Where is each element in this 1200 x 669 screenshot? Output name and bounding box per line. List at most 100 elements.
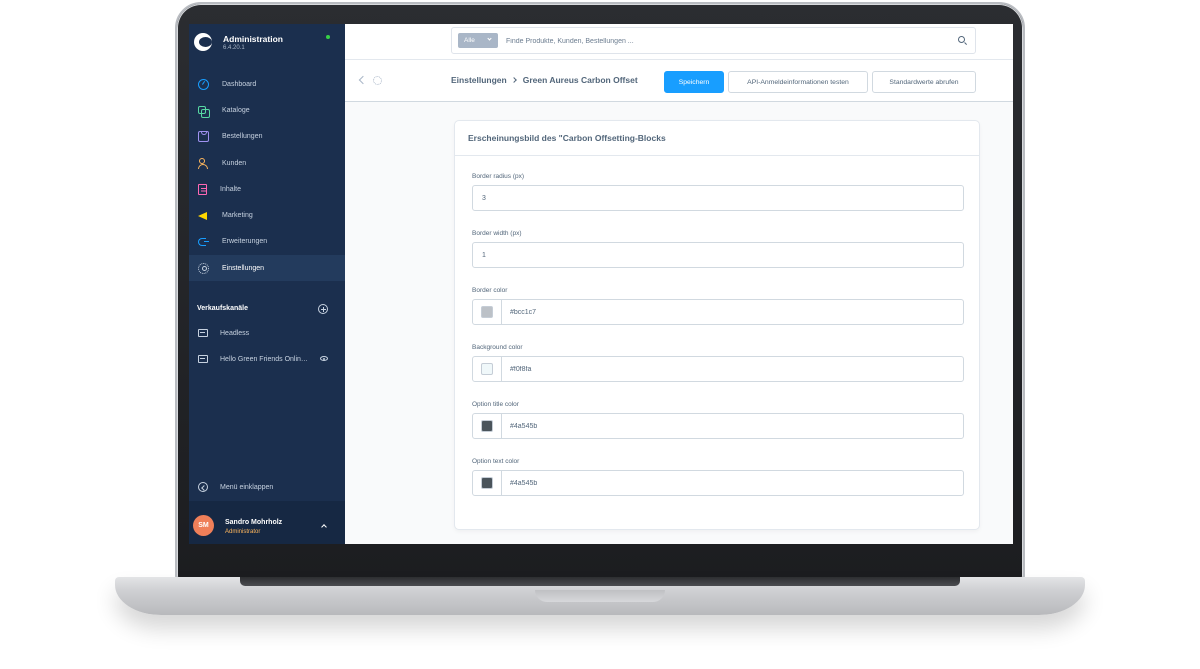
sidebar-item-kataloge[interactable]: Kataloge [189, 97, 345, 123]
chevron-down-icon [487, 36, 492, 41]
color-swatch-button[interactable] [473, 471, 502, 495]
search-type-label: Alle [464, 37, 475, 44]
border-color-box [472, 299, 964, 325]
chevron-right-icon [510, 77, 517, 83]
option-title-color-input[interactable] [502, 422, 963, 430]
option-text-color-box [472, 470, 964, 496]
color-swatch-button[interactable] [473, 357, 502, 381]
color-swatch [481, 306, 493, 318]
online-status-icon [326, 35, 330, 39]
app-title: Administration [223, 34, 283, 44]
avatar: SM [193, 515, 214, 536]
border-width-box [472, 242, 964, 268]
help-gear-icon[interactable] [373, 76, 382, 85]
border-width-field: Border width (px) [472, 230, 964, 268]
laptop-hinge [240, 577, 960, 586]
global-search: Alle [451, 27, 976, 54]
breadcrumb: Einstellungen Green Aureus Carbon Offset [451, 75, 638, 85]
sidebar-item-erweiterungen[interactable]: Erweiterungen [189, 229, 345, 255]
admin-screen: Administration 6.4.20.1 Dashboard Katalo… [189, 24, 1013, 544]
search-type-select[interactable]: Alle [458, 33, 498, 48]
appearance-card: Erscheinungsbild des "Carbon Offsetting-… [454, 120, 980, 530]
color-swatch [481, 420, 493, 432]
sales-channel-label: Headless [220, 329, 250, 337]
sales-channel-storefront[interactable]: Hello Green Friends Onlin… [198, 352, 338, 366]
save-button[interactable]: Speichern [664, 71, 724, 93]
sales-channel-headless[interactable]: Headless [198, 326, 338, 340]
sidebar-item-inhalte[interactable]: Inhalte [189, 176, 345, 202]
sidebar-item-marketing[interactable]: Marketing [189, 202, 345, 228]
sidebar-item-einstellungen[interactable]: Einstellungen [189, 255, 345, 282]
option-title-color-field: Option title color [472, 401, 964, 439]
background-color-input[interactable] [502, 365, 963, 373]
brand: Administration 6.4.20.1 [189, 24, 345, 72]
sidebar-item-label: Dashboard [222, 80, 257, 88]
sidebar-item-label: Erweiterungen [222, 238, 268, 246]
collapse-menu-button[interactable]: Menü einklappen [198, 482, 273, 492]
sales-channel-label: Hello Green Friends Onlin… [220, 355, 308, 363]
user-name: Sandro Mohrholz [225, 519, 283, 526]
field-label: Option text color [472, 458, 520, 465]
settings-icon [198, 262, 209, 274]
breadcrumb-current: Green Aureus Carbon Offset [522, 75, 638, 85]
storefront-channel-icon [198, 355, 208, 363]
catalog-icon [198, 106, 210, 119]
smart-bar: Einstellungen Green Aureus Carbon Offset… [345, 60, 1013, 102]
test-api-credentials-button[interactable]: API-Anmeldeinformationen testen [728, 71, 868, 93]
sidebar-item-bestellungen[interactable]: Bestellungen [189, 124, 345, 150]
field-label: Border radius (px) [472, 173, 525, 180]
card-title: Erscheinungsbild des "Carbon Offsetting-… [455, 121, 979, 156]
sidebar: Administration 6.4.20.1 Dashboard Katalo… [189, 24, 345, 544]
chevron-up-icon[interactable] [321, 524, 327, 530]
sidebar-item-label: Einstellungen [222, 264, 265, 272]
shopware-logo-icon[interactable] [194, 33, 212, 51]
headless-channel-icon [198, 329, 208, 337]
add-sales-channel-icon[interactable] [318, 304, 328, 314]
dashboard-icon [198, 78, 209, 90]
load-defaults-button[interactable]: Standardwerte abrufen [872, 71, 976, 93]
collapse-icon [198, 482, 208, 492]
color-swatch-button[interactable] [473, 414, 502, 438]
field-label: Border width (px) [472, 230, 522, 237]
back-arrow-icon[interactable] [358, 75, 368, 85]
color-swatch-button[interactable] [473, 300, 502, 324]
main-nav: Dashboard Kataloge Bestellungen Kunden I… [189, 71, 345, 282]
border-radius-field: Border radius (px) [472, 173, 964, 211]
border-radius-input[interactable] [473, 194, 963, 202]
color-swatch [481, 477, 493, 489]
option-text-color-input[interactable] [502, 479, 963, 487]
border-color-input[interactable] [502, 308, 963, 316]
user-role: Administrator [225, 529, 261, 535]
content-icon [198, 183, 207, 195]
field-label: Border color [472, 287, 508, 294]
border-width-input[interactable] [473, 251, 963, 259]
top-bar: Alle [345, 24, 1013, 60]
search-icon[interactable] [958, 36, 965, 43]
breadcrumb-parent[interactable]: Einstellungen [451, 75, 507, 85]
app-version: 6.4.20.1 [223, 45, 245, 51]
orders-icon [198, 131, 209, 143]
field-label: Option title color [472, 401, 519, 408]
sidebar-item-dashboard[interactable]: Dashboard [189, 71, 345, 97]
background-color-box [472, 356, 964, 382]
marketing-icon [198, 210, 209, 221]
collapse-menu-label: Menü einklappen [220, 483, 274, 491]
border-radius-box [472, 185, 964, 211]
sidebar-item-label: Bestellungen [222, 133, 263, 141]
extensions-icon [198, 236, 209, 247]
option-text-color-field: Option text color [472, 458, 964, 496]
sidebar-item-label: Inhalte [220, 185, 242, 193]
background-color-field: Background color [472, 344, 964, 382]
customers-icon [198, 157, 209, 169]
sidebar-item-kunden[interactable]: Kunden [189, 150, 345, 176]
user-profile[interactable]: SM Sandro Mohrholz Administrator [189, 501, 345, 544]
eye-icon[interactable] [320, 356, 328, 361]
search-input[interactable] [506, 33, 926, 49]
option-title-color-box [472, 413, 964, 439]
field-label: Background color [472, 344, 523, 351]
color-swatch [481, 363, 493, 375]
sidebar-item-label: Kunden [222, 159, 247, 167]
border-color-field: Border color [472, 287, 964, 325]
sidebar-item-label: Kataloge [222, 106, 250, 114]
sidebar-item-label: Marketing [222, 212, 253, 220]
